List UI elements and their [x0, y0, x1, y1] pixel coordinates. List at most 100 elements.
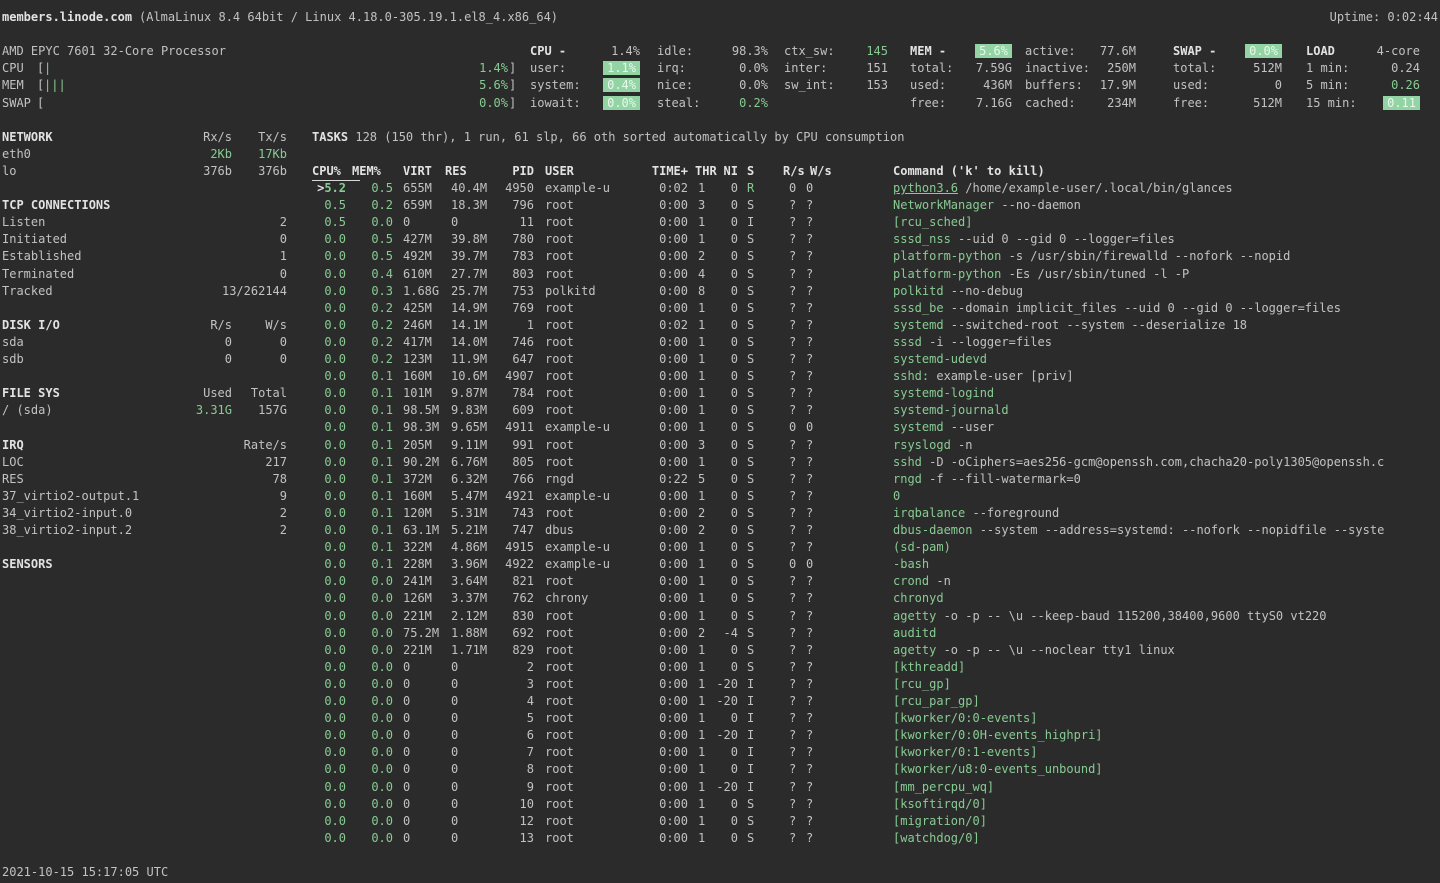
proc-thr: 1 — [698, 779, 705, 796]
proc-mem: 0.0 — [359, 642, 393, 659]
proc-virt: 246M — [403, 317, 432, 334]
proc-virt: 322M — [403, 539, 432, 556]
proc-user: root — [545, 300, 574, 317]
proc-cpu: 0.0 — [300, 283, 346, 300]
proc-virt: 241M — [403, 573, 432, 590]
process-row: 0.00.31.68G25.7M753polkitd0:0080S??polki… — [0, 283, 1440, 301]
proc-pid: 762 — [480, 590, 534, 607]
proc-ni: 0 — [708, 744, 738, 761]
proc-command-name: irqbalance — [893, 506, 965, 520]
proc-virt: 98.5M — [403, 402, 439, 419]
proc-thr: 1 — [698, 676, 705, 693]
proc-ni: 0 — [708, 334, 738, 351]
proc-command: [rcu_gp] — [893, 676, 951, 693]
network-row: eth02Kb17Kb — [0, 146, 1440, 164]
proc-res: 0 — [451, 779, 458, 796]
proc-ni: 0 — [708, 351, 738, 368]
proc-user: example-u — [545, 539, 610, 556]
proc-command: [kworker/0:1-events] — [893, 744, 1038, 761]
proc-mem: 0.4 — [359, 266, 393, 283]
process-row: 0.00.4610M27.7M803root0:0040S??platform-… — [0, 266, 1440, 284]
proc-cpu: 0.0 — [300, 402, 346, 419]
proc-res: 0 — [451, 744, 458, 761]
proc-pid: 7 — [480, 744, 534, 761]
proc-write-rate: ? — [806, 693, 813, 710]
proc-cpu-value: 0.0 — [324, 438, 346, 452]
proc-virt: 160M — [403, 368, 432, 385]
proc-mem: 0.1 — [359, 505, 393, 522]
proc-ni: -20 — [708, 727, 738, 744]
proc-time: 0:00 — [640, 334, 688, 351]
proc-virt: 0 — [403, 744, 410, 761]
proc-command-name: dbus-daemon — [893, 523, 972, 537]
proc-write-rate: ? — [806, 642, 813, 659]
proc-cpu: 0.5 — [300, 214, 346, 231]
proc-write-rate: 0 — [806, 419, 813, 436]
proc-read-rate: ? — [789, 676, 796, 693]
proc-command: python3.6 /home/example-user/.local/bin/… — [893, 180, 1233, 197]
proc-cpu-value: 0.0 — [324, 249, 346, 263]
proc-thr: 1 — [698, 830, 705, 847]
proc-mem: 0.1 — [359, 454, 393, 471]
proc-pid: 4 — [480, 693, 534, 710]
proc-user: chrony — [545, 590, 588, 607]
network-title: NETWORK — [2, 129, 53, 146]
proc-thr: 1 — [698, 642, 705, 659]
process-row: 0.00.0004root0:001-20I??[rcu_par_gp] — [0, 693, 1440, 711]
proc-thr: 1 — [698, 231, 705, 248]
proc-time: 0:00 — [640, 710, 688, 727]
proc-ni: 0 — [708, 197, 738, 214]
process-row: 0.00.190.2M6.76M805root0:0010S??sshd -D … — [0, 454, 1440, 472]
terminal-screen[interactable]: members.linode.com (AlmaLinux 8.4 64bit … — [0, 0, 1440, 883]
proc-cpu: 0.0 — [300, 368, 346, 385]
proc-pid: 10 — [480, 796, 534, 813]
proc-ni: 0 — [708, 266, 738, 283]
proc-write-rate: ? — [806, 522, 813, 539]
proc-state: S — [747, 590, 754, 607]
proc-virt: 0 — [403, 693, 410, 710]
proc-write-rate: ? — [806, 283, 813, 300]
proc-time: 0:00 — [640, 522, 688, 539]
proc-state: S — [747, 454, 754, 471]
proc-read-rate: 0 — [789, 556, 796, 573]
proc-cpu: 0.0 — [300, 231, 346, 248]
proc-user: root — [545, 248, 574, 265]
load-value: 0.11 — [1356, 95, 1420, 112]
proc-mem: 0.1 — [359, 385, 393, 402]
proc-write-rate: ? — [806, 710, 813, 727]
process-row: 0.00.1228M3.96M4922example-u0:0010S00-ba… — [0, 556, 1440, 574]
proc-cpu-value: 0.5 — [324, 215, 346, 229]
proc-command: [migration/0] — [893, 813, 987, 830]
proc-user: root — [545, 454, 574, 471]
proc-write-rate: ? — [806, 796, 813, 813]
proc-time: 0:00 — [640, 556, 688, 573]
proc-time: 0:22 — [640, 471, 688, 488]
proc-command-name: -bash — [893, 557, 929, 571]
proc-time: 0:00 — [640, 625, 688, 642]
proc-pid: 783 — [480, 248, 534, 265]
proc-cpu: 0.0 — [300, 710, 346, 727]
proc-command: 0 — [893, 488, 900, 505]
proc-user: root — [545, 761, 574, 778]
proc-res: 0 — [451, 693, 458, 710]
proc-pid: 766 — [480, 471, 534, 488]
proc-virt: 228M — [403, 556, 432, 573]
process-row: 0.00.0008root0:0010I??[kworker/u8:0-even… — [0, 761, 1440, 779]
proc-thr: 1 — [698, 368, 705, 385]
uptime: Uptime: 0:02:44 — [1230, 9, 1438, 26]
process-row: 0.00.1205M9.11M991root0:0030S??rsyslogd … — [0, 437, 1440, 455]
proc-command-name: systemd-udevd — [893, 352, 987, 366]
proc-ni: 0 — [708, 590, 738, 607]
proc-command-name: [kthreadd] — [893, 660, 965, 674]
proc-command-args: example-user [priv] — [929, 369, 1074, 383]
proc-time: 0:00 — [640, 693, 688, 710]
proc-virt: 101M — [403, 385, 432, 402]
proc-time: 0:00 — [640, 573, 688, 590]
proc-write-rate: ? — [806, 402, 813, 419]
proc-mem: 0.1 — [359, 368, 393, 385]
proc-virt: 417M — [403, 334, 432, 351]
proc-virt: 655M — [403, 180, 432, 197]
proc-cpu: 0.0 — [300, 727, 346, 744]
proc-mem: 0.0 — [359, 727, 393, 744]
proc-virt: 160M — [403, 488, 432, 505]
